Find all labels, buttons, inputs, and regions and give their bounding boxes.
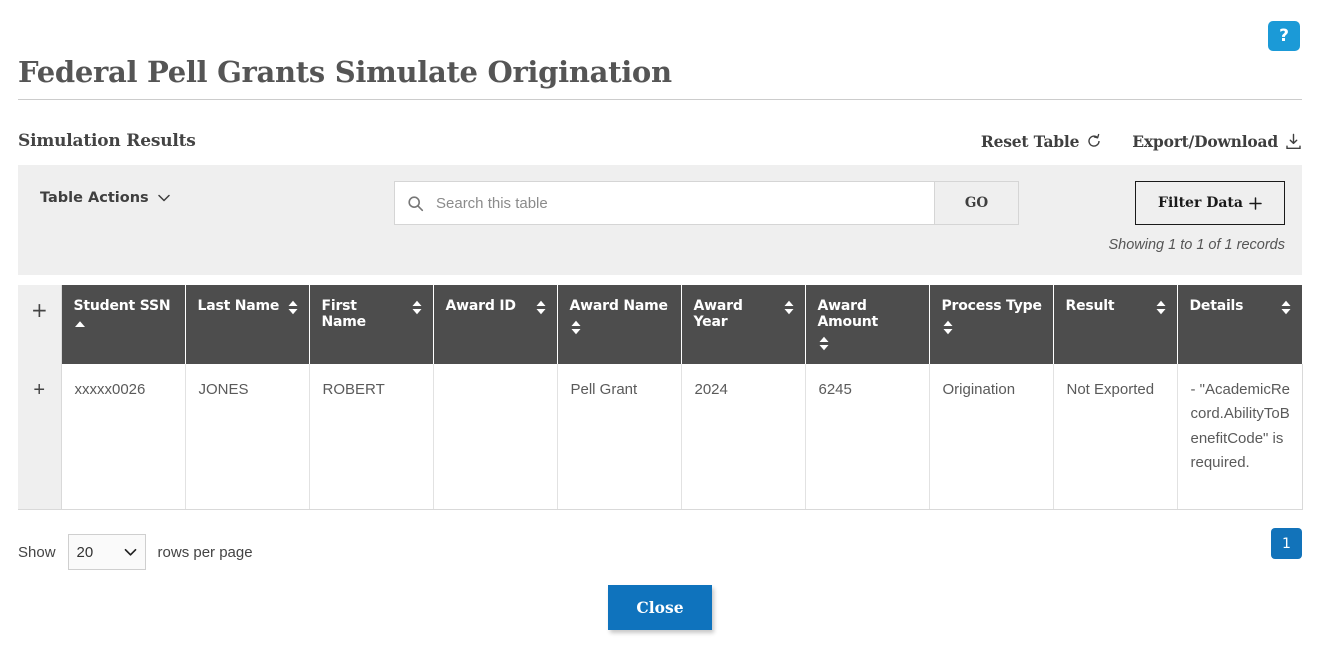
column-header-award-year[interactable]: Award Year xyxy=(681,285,806,364)
column-header-label: Award Year xyxy=(693,298,743,330)
sort-toggle-icon[interactable] xyxy=(570,314,671,335)
simulate-origination-page: ? Federal Pell Grants Simulate Originati… xyxy=(0,0,1320,658)
search-go-button[interactable]: GO xyxy=(935,181,1019,225)
cell-process-type: Origination xyxy=(929,364,1054,510)
table-row: + xxxxx0026 JONES ROBERT Pell Grant 2024 6245… xyxy=(18,364,1303,510)
sort-toggle-icon[interactable] xyxy=(1155,298,1167,315)
results-table: + Student SSN Last Name First Name Award ID… xyxy=(18,285,1303,510)
column-header-label: Award Amount xyxy=(817,298,879,330)
results-table-wrap: + Student SSN Last Name First Name Award ID… xyxy=(18,285,1303,510)
sort-toggle-icon[interactable] xyxy=(818,330,919,351)
row-expand-icon[interactable]: + xyxy=(18,364,62,510)
column-header-label: Last Name xyxy=(197,298,280,314)
column-header-label: Award Name xyxy=(569,298,668,314)
sort-toggle-icon[interactable] xyxy=(535,298,547,315)
column-header-student-ssn[interactable]: Student SSN xyxy=(61,285,186,364)
chevron-down-icon xyxy=(124,548,137,557)
table-toolbar: Table Actions GO Filter Data xyxy=(18,165,1302,275)
column-header-label: Process Type xyxy=(941,298,1042,314)
rows-per-page-label: rows per page xyxy=(157,543,253,561)
column-header-details[interactable]: Details xyxy=(1177,285,1302,364)
sort-ascending-icon[interactable] xyxy=(74,314,175,328)
sort-toggle-icon[interactable] xyxy=(287,298,299,315)
reset-table-label: Reset Table xyxy=(980,131,1080,151)
column-header-label: Result xyxy=(1065,298,1115,314)
search-group: GO xyxy=(394,181,1019,225)
close-button[interactable]: Close xyxy=(608,585,712,630)
cell-award-name: Pell Grant xyxy=(557,364,682,510)
export-download-button[interactable]: Export/Download xyxy=(1132,132,1302,151)
table-header-row: + Student SSN Last Name First Name Award ID… xyxy=(18,285,1302,364)
section-header: Simulation Results Reset Table Export/Do… xyxy=(18,122,1302,160)
cell-last-name: JONES xyxy=(185,364,310,510)
table-actions-label: Table Actions xyxy=(40,190,149,206)
table-footer: Show 20 rows per page 1 xyxy=(18,528,1302,576)
close-button-wrap: Close xyxy=(0,585,1320,630)
column-header-last-name[interactable]: Last Name xyxy=(185,285,310,364)
section-title: Simulation Results xyxy=(18,131,196,151)
column-header-first-name[interactable]: First Name xyxy=(309,285,434,364)
cell-award-year: 2024 xyxy=(681,364,806,510)
column-header-result[interactable]: Result xyxy=(1053,285,1178,364)
rows-per-page-value: 20 xyxy=(76,543,94,561)
filter-data-label: Filter Data xyxy=(1158,195,1243,211)
column-header-label: Details xyxy=(1189,298,1244,314)
table-actions-dropdown[interactable]: Table Actions xyxy=(40,190,170,206)
page-title: Federal Pell Grants Simulate Origination xyxy=(18,55,672,89)
rows-per-page-select[interactable]: 20 xyxy=(67,534,146,570)
help-icon[interactable]: ? xyxy=(1268,21,1300,51)
pagination-page-1[interactable]: 1 xyxy=(1271,528,1302,559)
column-header-award-id[interactable]: Award ID xyxy=(433,285,558,364)
export-download-label: Export/Download xyxy=(1132,131,1278,151)
download-icon xyxy=(1285,133,1302,150)
sort-toggle-icon[interactable] xyxy=(1280,298,1292,315)
column-header-award-amount[interactable]: Award Amount xyxy=(805,285,930,364)
sort-toggle-icon[interactable] xyxy=(783,298,795,315)
column-header-process-type[interactable]: Process Type xyxy=(929,285,1054,364)
page-title-section: Federal Pell Grants Simulate Origination xyxy=(18,55,1302,101)
cell-award-id xyxy=(433,364,558,510)
filter-data-button[interactable]: Filter Data xyxy=(1135,181,1285,225)
search-input[interactable] xyxy=(434,193,922,213)
column-header-label: Student SSN xyxy=(73,298,171,314)
cell-student-ssn: xxxxx0026 xyxy=(61,364,186,510)
cell-award-amount: 6245 xyxy=(805,364,930,510)
cell-result: Not Exported xyxy=(1053,364,1178,510)
chevron-down-icon xyxy=(157,194,170,202)
section-actions: Reset Table Export/Download xyxy=(981,132,1302,151)
sort-toggle-icon[interactable] xyxy=(942,314,1043,335)
sort-toggle-icon[interactable] xyxy=(411,298,423,315)
expand-all-icon[interactable]: + xyxy=(18,285,62,364)
plus-icon xyxy=(1249,196,1262,210)
records-count: Showing 1 to 1 of 1 records xyxy=(1108,237,1285,253)
column-header-award-name[interactable]: Award Name xyxy=(557,285,682,364)
cell-details: - "AcademicRecord.AbilityToBenefitCode" … xyxy=(1177,364,1303,510)
cell-first-name: ROBERT xyxy=(309,364,434,510)
column-header-label: First Name xyxy=(321,298,367,330)
search-box[interactable] xyxy=(394,181,935,225)
search-icon xyxy=(407,195,424,212)
reset-table-button[interactable]: Reset Table xyxy=(981,132,1102,151)
refresh-icon xyxy=(1086,133,1102,149)
column-header-label: Award ID xyxy=(445,298,516,314)
show-label: Show xyxy=(18,543,56,561)
